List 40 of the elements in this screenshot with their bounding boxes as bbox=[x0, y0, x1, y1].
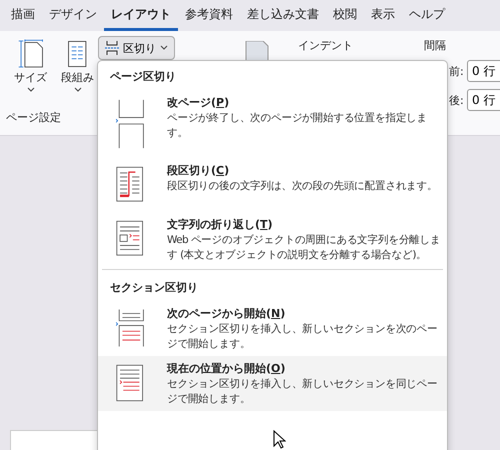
ribbon-tab[interactable]: 差し込み文書 bbox=[240, 0, 326, 31]
menu-item-description: セクション区切りを挿入し、新しいセクションを次のページで開始します。 bbox=[167, 322, 438, 352]
ribbon-tab[interactable]: 校閲 bbox=[326, 0, 364, 31]
ribbon-tab[interactable]: 描画 bbox=[4, 0, 42, 31]
columns-icon bbox=[66, 39, 88, 69]
menu-item[interactable]: 現在の位置から開始(O) セクション区切りを挿入し、新しいセクションを同じページで開始します。 bbox=[98, 356, 447, 411]
menu-section-heading: セクション区切り bbox=[109, 280, 199, 296]
menu-item[interactable]: 段区切り(C) 段区切りの後の文字列は、次の段の先頭に配置されます。 bbox=[98, 158, 447, 212]
chevron-icon bbox=[72, 86, 82, 94]
spacing-after-field[interactable]: 0 行 bbox=[467, 89, 500, 111]
ribbon-tab[interactable]: デザイン bbox=[42, 0, 104, 31]
group-label: ページ設定 bbox=[6, 110, 61, 125]
breaks-button[interactable]: 区切り bbox=[98, 36, 175, 60]
columns-button[interactable]: 段組み bbox=[61, 39, 94, 99]
menu-item-title: 現在の位置から開始(O) bbox=[167, 361, 286, 376]
menu-item-description: セクション区切りを挿入し、新しいセクションを同じページで開始します。 bbox=[167, 377, 438, 407]
indent-label: インデント bbox=[298, 38, 353, 53]
after-label: 後: bbox=[449, 93, 464, 108]
ribbon-tab[interactable]: ヘルプ bbox=[402, 0, 452, 31]
size-button[interactable]: サイズ bbox=[14, 39, 47, 99]
chevron-icon bbox=[26, 86, 36, 94]
page-size-icon bbox=[18, 39, 44, 69]
ribbon-tab[interactable]: 表示 bbox=[364, 0, 402, 31]
menu-item-title: 段区切り(C) bbox=[167, 163, 230, 178]
chevron-icon bbox=[160, 45, 168, 51]
menu-item-title: 改ページ(P) bbox=[167, 95, 230, 110]
menu-item-description: 段区切りの後の文字列は、次の段の先頭に配置されます。 bbox=[167, 179, 438, 194]
menu-item-description: ページが終了し、次のページが開始する位置を指定します。 bbox=[167, 111, 428, 141]
ribbon-tab[interactable]: 参考資料 bbox=[178, 0, 240, 31]
menu-item[interactable]: 改ページ(P) ページが終了し、次のページが開始する位置を指定します。 bbox=[98, 90, 447, 158]
before-label: 前: bbox=[449, 64, 464, 79]
menu-section-heading: ページ区切り bbox=[109, 69, 177, 85]
menu-item-description: Web ページのオブジェクトの周囲にある文字列を分離します (本文とオブジェクトの説明文を分離する場合など)。 bbox=[167, 233, 442, 263]
menu-item-title: 文字列の折り返し(T) bbox=[167, 217, 273, 232]
spacing-before-field[interactable]: 0 行 bbox=[467, 60, 500, 82]
menu-item[interactable]: 文字列の折り返し(T) Web ページのオブジェクトの周囲にある文字列を分離します (本文とオブジェクトの説明文を分離する場合など)。 bbox=[98, 212, 447, 267]
menu-item[interactable]: 次のページから開始(N) セクション区切りを挿入し、新しいセクションを次のページで開始します。 bbox=[98, 301, 447, 356]
menu-item-title: 次のページから開始(N) bbox=[167, 306, 286, 321]
breaks-icon bbox=[105, 41, 119, 55]
spacing-label: 間隔 bbox=[424, 38, 446, 53]
